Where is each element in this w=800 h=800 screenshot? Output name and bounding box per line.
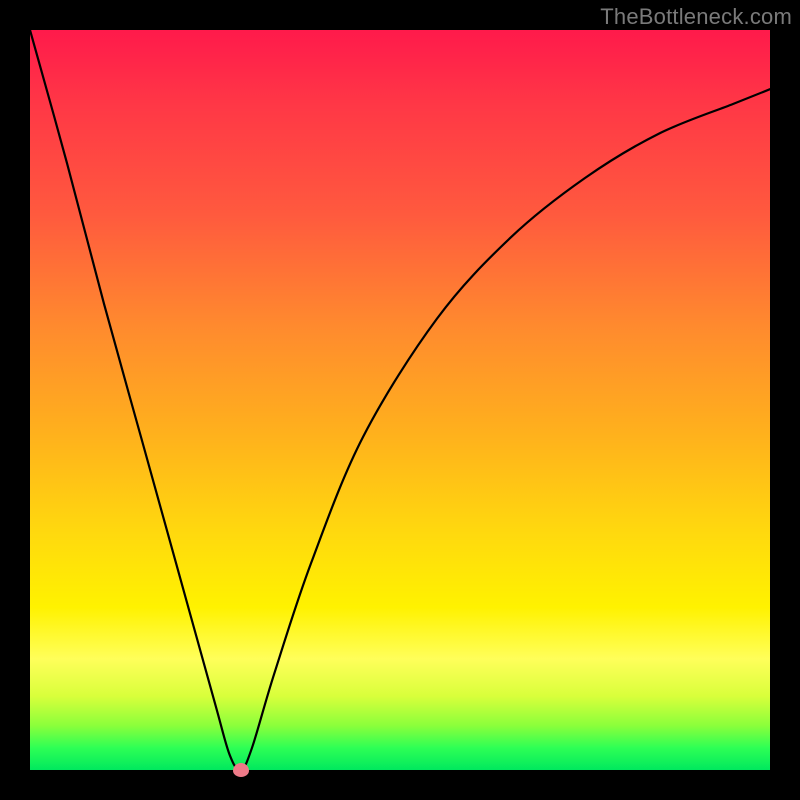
chart-frame: TheBottleneck.com xyxy=(0,0,800,800)
sweet-spot-marker xyxy=(233,763,249,777)
bottleneck-curve-path xyxy=(30,30,770,770)
curve-svg xyxy=(30,30,770,770)
plot-area xyxy=(30,30,770,770)
watermark-text: TheBottleneck.com xyxy=(600,4,792,30)
